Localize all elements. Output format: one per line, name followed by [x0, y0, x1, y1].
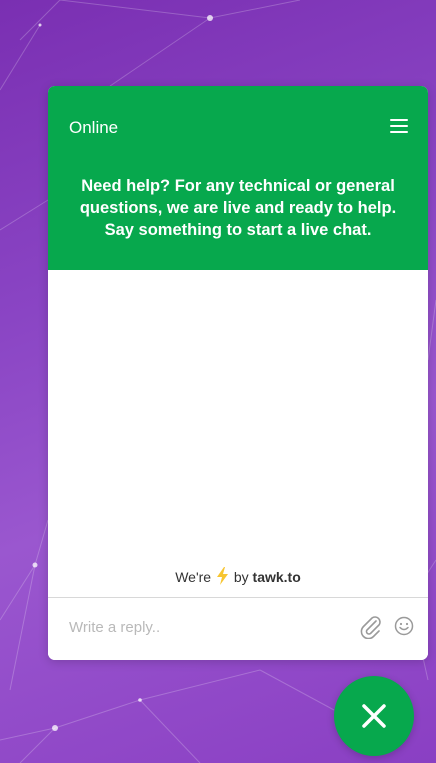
brand-name[interactable]: tawk.to — [253, 569, 301, 585]
reply-input[interactable] — [67, 618, 321, 637]
welcome-message: Need help? For any technical or general … — [79, 177, 397, 239]
status-label: Online — [69, 118, 119, 137]
branding-prefix: We're — [175, 569, 212, 585]
lightning-bolt-icon — [216, 567, 228, 585]
close-icon — [362, 704, 386, 728]
chat-widget: Online Need help? For any technical or g… — [48, 86, 428, 660]
paperclip-icon[interactable] — [360, 615, 382, 639]
smiley-icon[interactable] — [394, 616, 414, 636]
chat-messages-area[interactable] — [48, 270, 428, 597]
branding-by: by — [233, 569, 249, 585]
chat-header: Online Need help? For any technical or g… — [48, 86, 428, 270]
reply-bar — [48, 597, 428, 660]
page-background: Online Need help? For any technical or g… — [0, 0, 436, 763]
close-chat-button[interactable] — [334, 676, 414, 756]
hamburger-menu-icon[interactable] — [390, 119, 408, 133]
powered-by-branding[interactable]: We're by tawk.to — [48, 567, 428, 585]
